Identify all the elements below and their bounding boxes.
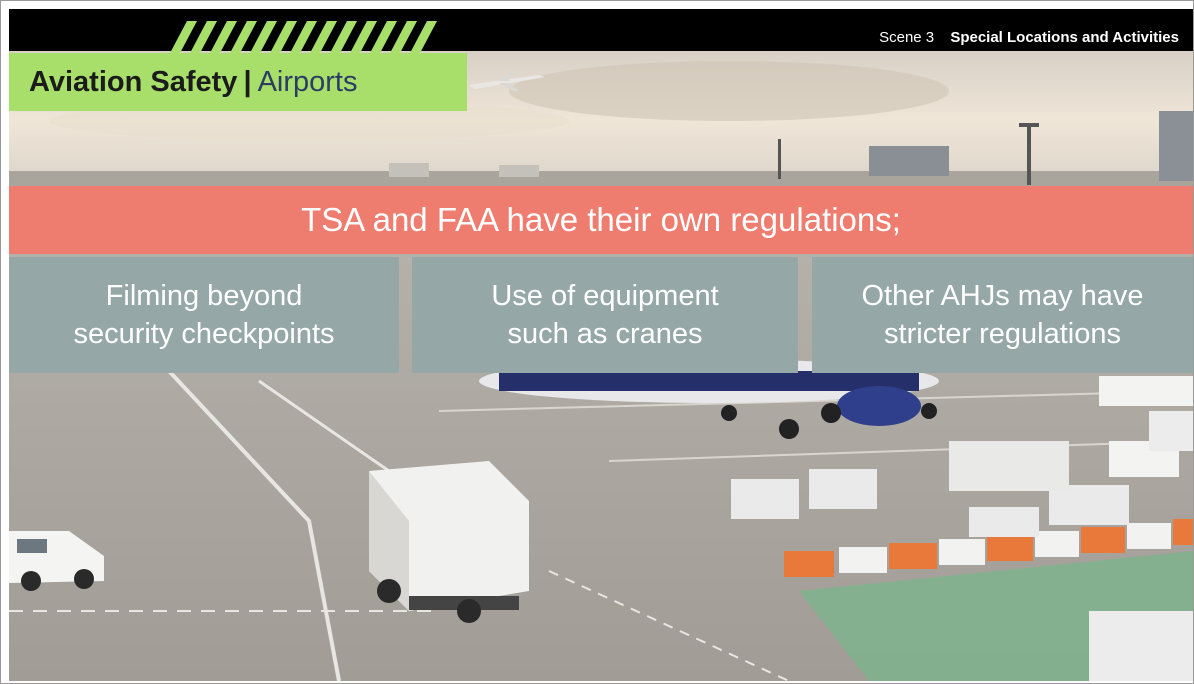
regulations-banner-text: TSA and FAA have their own regulations; [301, 201, 901, 238]
slide-title-main: Aviation Safety [29, 66, 238, 98]
regulations-banner: TSA and FAA have their own regulations; [9, 186, 1193, 254]
point-1-line-2: security checkpoints [73, 318, 335, 350]
slide-title-box: Aviation Safety | Airports [9, 53, 467, 111]
point-box-filming: Filming beyond security checkpoints [9, 257, 399, 373]
slide-title-sub: Airports [257, 66, 358, 98]
slide-frame: Scene 3 Special Locations and Activities… [0, 0, 1194, 684]
point-3-line-2: stricter regulations [884, 318, 1121, 350]
point-box-equipment: Use of equipment such as cranes [412, 257, 798, 373]
title-separator: | [243, 66, 252, 98]
slide-title: Aviation Safety | Airports [29, 53, 357, 111]
point-2-line-2: such as cranes [507, 318, 703, 350]
point-1-line-1: Filming beyond [105, 280, 303, 312]
scene-label: Scene 3 Special Locations and Activities [879, 17, 1179, 59]
hazard-stripes-icon [169, 21, 437, 55]
point-2-line-1: Use of equipment [491, 280, 719, 312]
top-bar: Scene 3 Special Locations and Activities [9, 9, 1193, 55]
point-3-line-1: Other AHJs may have [861, 280, 1144, 312]
scene-number: Scene 3 [879, 29, 935, 46]
scene-title: Special Locations and Activities [950, 29, 1179, 46]
point-box-ahj: Other AHJs may have stricter regulations [812, 257, 1193, 373]
